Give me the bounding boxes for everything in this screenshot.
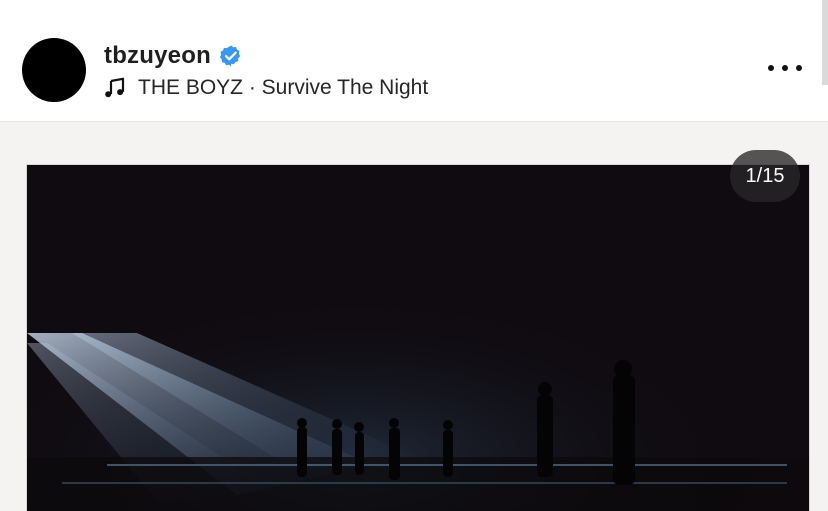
avatar[interactable]: [22, 38, 86, 102]
music-title: THE BOYZ · Survive The Night: [138, 76, 429, 99]
instagram-post: tbzuyeon THE BOYZ · Survive The Night 1/…: [0, 0, 828, 511]
post-header: tbzuyeon THE BOYZ · Survive The Night: [0, 0, 828, 121]
username[interactable]: tbzuyeon: [104, 42, 211, 70]
media-counter-badge: 1/15: [730, 150, 800, 202]
music-attribution[interactable]: THE BOYZ · Survive The Night: [104, 75, 428, 101]
verified-badge-icon: [219, 44, 243, 68]
more-dot: [768, 65, 774, 71]
more-dot: [796, 65, 802, 71]
media-counter-text: 1/15: [745, 164, 785, 187]
more-options-icon[interactable]: [768, 58, 802, 78]
more-dot: [782, 65, 788, 71]
music-note-icon: [104, 77, 126, 99]
post-photo[interactable]: [27, 165, 809, 511]
user-row: tbzuyeon: [104, 40, 243, 72]
scrollbar[interactable]: [822, 0, 828, 85]
